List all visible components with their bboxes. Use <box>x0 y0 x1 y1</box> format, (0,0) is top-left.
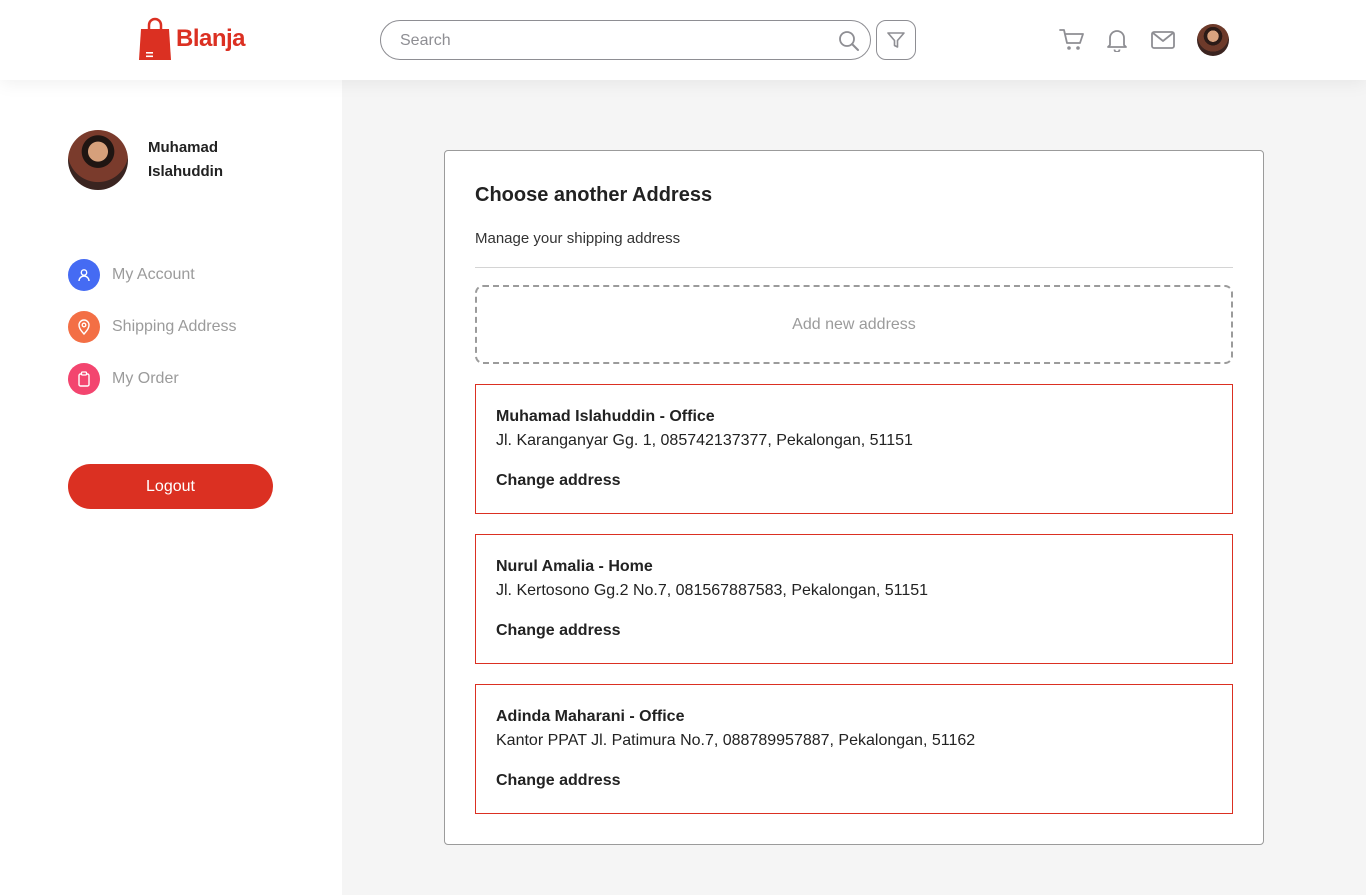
sidebar: Muhamad Islahuddin My Account Shipping A… <box>0 80 342 895</box>
divider <box>475 267 1233 268</box>
address-name: Muhamad Islahuddin - Office <box>496 408 715 425</box>
logout-button[interactable]: Logout <box>68 464 273 509</box>
address-name: Nurul Amalia - Home <box>496 558 653 575</box>
map-pin-icon <box>68 311 100 343</box>
filter-button[interactable] <box>876 20 916 60</box>
bell-icon[interactable] <box>1106 28 1128 52</box>
address-item[interactable]: Nurul Amalia - Home Jl. Kertosono Gg.2 N… <box>475 534 1233 664</box>
clipboard-icon <box>68 363 100 395</box>
address-item[interactable]: Muhamad Islahuddin - Office Jl. Karangan… <box>475 384 1233 514</box>
filter-icon <box>887 32 905 48</box>
brand-logo[interactable]: Blanja <box>138 16 246 62</box>
sidebar-item-label: My Order <box>112 370 179 387</box>
change-address-link[interactable]: Change address <box>496 622 620 640</box>
add-new-address-button[interactable]: Add new address <box>475 285 1233 364</box>
search-bar <box>380 20 871 60</box>
address-detail: Jl. Karanganyar Gg. 1, 085742137377, Pek… <box>496 432 913 449</box>
profile-first-name: Muhamad <box>148 139 219 156</box>
sidebar-item-label: My Account <box>112 266 195 283</box>
sidebar-item-shipping-address[interactable]: Shipping Address <box>68 311 237 343</box>
page-subtitle: Manage your shipping address <box>475 230 681 247</box>
brand-name: Blanja <box>176 25 246 52</box>
change-address-link[interactable]: Change address <box>496 772 620 790</box>
add-new-address-label: Add new address <box>792 315 916 333</box>
user-icon <box>68 259 100 291</box>
profile-avatar <box>68 130 128 190</box>
cart-icon[interactable] <box>1059 28 1085 52</box>
mail-icon[interactable] <box>1151 30 1175 50</box>
address-item[interactable]: Adinda Maharani - Office Kantor PPAT Jl.… <box>475 684 1233 814</box>
address-detail: Jl. Kertosono Gg.2 No.7, 081567887583, P… <box>496 582 929 599</box>
shopping-bag-icon <box>139 17 171 60</box>
page-title: Choose another Address <box>475 184 713 206</box>
sidebar-item-label: Shipping Address <box>112 318 237 335</box>
sidebar-item-my-account[interactable]: My Account <box>68 259 195 291</box>
profile-last-name: Islahuddin <box>148 163 223 180</box>
address-card: Choose another Address Manage your shipp… <box>444 150 1264 845</box>
profile-name: Muhamad Islahuddin <box>148 136 258 184</box>
address-name: Adinda Maharani - Office <box>496 708 685 725</box>
user-avatar-button[interactable] <box>1197 24 1229 56</box>
search-input[interactable] <box>400 30 820 52</box>
search-icon[interactable] <box>838 30 860 52</box>
address-detail: Kantor PPAT Jl. Patimura No.7, 088789957… <box>496 732 976 749</box>
sidebar-item-my-order[interactable]: My Order <box>68 363 179 395</box>
top-navbar: Blanja <box>0 0 1366 80</box>
change-address-link[interactable]: Change address <box>496 472 620 490</box>
